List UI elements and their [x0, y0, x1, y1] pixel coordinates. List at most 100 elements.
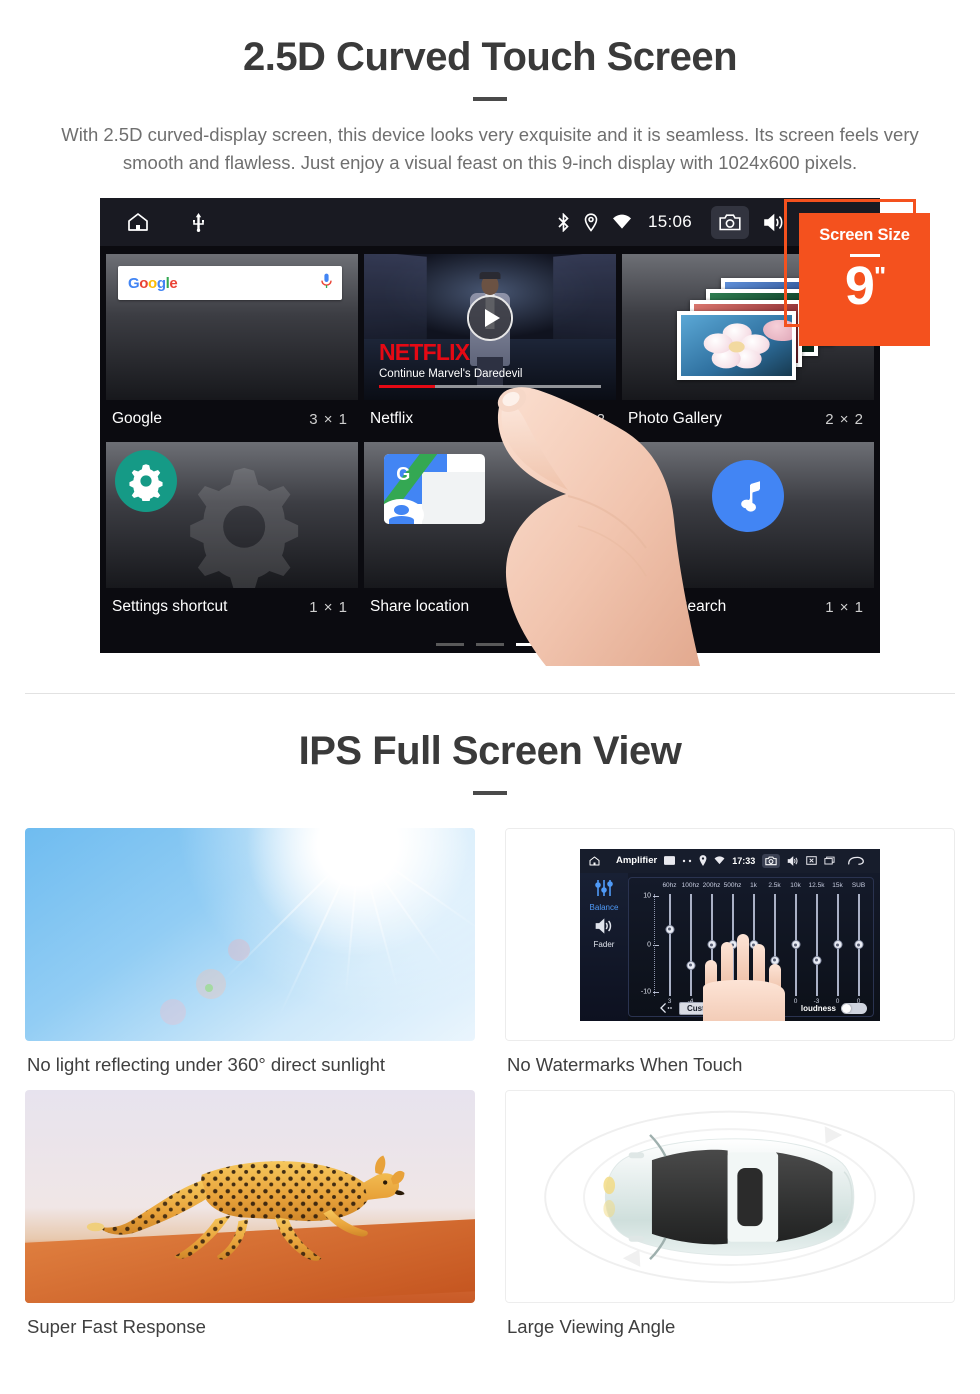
home-icon[interactable] — [126, 210, 150, 234]
widget-name: Photo Gallery — [628, 410, 722, 428]
feature-cell-viewing-angle: Large Viewing Angle — [505, 1090, 955, 1352]
widget-share-location[interactable]: G Share location 1 × 1 — [364, 442, 616, 626]
status-bar-clock: 15:06 — [647, 212, 692, 232]
back-arrow-icon[interactable] — [659, 1000, 673, 1018]
more-icon[interactable] — [682, 859, 692, 863]
mic-icon[interactable] — [321, 273, 332, 294]
netflix-subtitle: Continue Marvel's Daredevil — [379, 368, 523, 381]
google-logo: Google — [128, 274, 178, 292]
equalizer-scale: 10 0 -10 — [633, 892, 659, 996]
eq-band-label: 2.5k — [768, 881, 781, 889]
loudness-toggle[interactable] — [841, 1003, 867, 1015]
eq-slider-track — [815, 893, 818, 996]
netflix-logo: NETFLIX — [379, 339, 470, 366]
back-arrow-icon[interactable] — [848, 856, 865, 866]
eq-slider-knob[interactable] — [665, 924, 674, 934]
screen-size-number: 9 — [844, 256, 875, 316]
page-dot-3[interactable] — [516, 643, 544, 647]
home-icon[interactable] — [588, 855, 601, 867]
equalizer-panel: 60hz 100hz 200hz 500hz 1k 2.5k 10k 12.5k 15k SUB … — [628, 876, 874, 1021]
eq-band-label: 200hz — [702, 881, 721, 889]
recents-icon[interactable] — [824, 856, 836, 865]
photo-card-blossom — [677, 311, 797, 380]
camera-icon[interactable] — [711, 205, 749, 239]
sidebar-item-fader[interactable]: Fader — [580, 940, 628, 949]
volume-icon[interactable] — [787, 855, 799, 866]
eq-band-label: 1k — [750, 881, 757, 889]
settings-shortcut-widget — [106, 442, 358, 589]
widget-label-row: Share location 1 × 1 — [364, 588, 616, 626]
screen-size-value: 9" — [799, 259, 930, 313]
eq-slider-knob[interactable] — [854, 940, 863, 950]
eq-slider[interactable] — [827, 893, 848, 996]
widget-size: 3 × 2 — [567, 410, 606, 428]
screen-size-label: Screen Size — [819, 226, 910, 244]
eq-band-label: SUB — [851, 881, 866, 889]
page-indicator[interactable] — [100, 643, 880, 647]
gallery-icon[interactable] — [664, 856, 676, 866]
close-box-icon[interactable] — [806, 856, 817, 866]
amplifier-sidebar: Balance Fader — [580, 872, 628, 1021]
play-icon[interactable] — [467, 295, 513, 342]
eq-band-label: 60hz — [662, 881, 677, 889]
widget-label-row: Photo Gallery 2 × 2 — [622, 400, 874, 438]
widget-size: 3 × 1 — [309, 410, 348, 428]
amplifier-equalizer-screen: Amplifier 17:33 Balance Fader 60hz 100hz… — [505, 828, 955, 1042]
widget-name: Netflix — [370, 410, 414, 428]
eq-slider-knob[interactable] — [833, 940, 842, 950]
widget-netflix[interactable]: NETFLIX Continue Marvel's Daredevil Netf… — [364, 254, 616, 438]
widget-grid: Google Google 3 × 1 NETFLIX Continue Mar… — [100, 246, 880, 653]
page-dot-2[interactable] — [476, 643, 504, 647]
usb-icon — [190, 212, 207, 233]
widget-label-row: Google 3 × 1 — [106, 400, 358, 438]
amplifier-title: Amplifier — [616, 855, 658, 867]
car-top-view-diagram — [505, 1090, 955, 1304]
sliders-icon[interactable] — [580, 879, 628, 902]
feature-caption: Super Fast Response — [27, 1316, 206, 1338]
search-input[interactable]: Google — [118, 266, 342, 301]
widget-name: Settings shortcut — [112, 598, 228, 616]
page-dot-1[interactable] — [436, 643, 464, 647]
widget-label-row: Netflix 3 × 2 — [364, 400, 616, 438]
title-divider — [473, 97, 507, 101]
android-home-screen: 15:06 Google Google 3 × 1 NETFLIX Contin… — [100, 198, 880, 654]
eq-band-label: 12.5k — [808, 881, 825, 889]
scale-max: 10 — [643, 892, 651, 900]
gear-watermark-icon — [161, 451, 327, 589]
sound-search-widget — [622, 442, 874, 589]
share-location-widget: G — [364, 442, 616, 589]
widget-size: 1 × 1 — [309, 598, 348, 616]
eq-slider[interactable] — [848, 893, 869, 996]
touching-hand-illustration — [691, 930, 801, 1021]
page-title: 2.5D Curved Touch Screen — [242, 35, 738, 79]
feature-caption: No light reflecting under 360° direct su… — [27, 1054, 386, 1076]
eq-slider-knob[interactable] — [812, 955, 821, 965]
widget-google[interactable]: Google Google 3 × 1 — [106, 254, 358, 438]
eq-band-label: 15k — [832, 881, 843, 889]
netflix-progress-bar — [379, 385, 601, 389]
widget-settings-shortcut[interactable]: Settings shortcut 1 × 1 — [106, 442, 358, 626]
google-search-widget: Google — [106, 254, 358, 401]
eq-slider-track — [668, 893, 671, 996]
feature-grid: No light reflecting under 360° direct su… — [25, 828, 955, 1352]
widget-size: 1 × 1 — [825, 598, 864, 616]
speaker-icon[interactable] — [580, 918, 628, 939]
widget-sound-search[interactable]: Sound Search 1 × 1 — [622, 442, 874, 626]
feature-caption: Large Viewing Angle — [507, 1316, 676, 1338]
sidebar-item-balance[interactable]: Balance — [580, 903, 628, 912]
camera-icon[interactable] — [762, 853, 781, 868]
eq-slider[interactable] — [659, 893, 680, 996]
feature-cell-cheetah: Super Fast Response — [25, 1090, 475, 1352]
android-status-bar: 15:06 — [100, 198, 880, 247]
scale-min: -10 — [640, 988, 651, 996]
volume-icon[interactable] — [763, 213, 785, 232]
eq-band-label: 500hz — [723, 881, 742, 889]
music-note-icon — [712, 459, 784, 532]
curved-touch-screen-section: 2.5D Curved Touch Screen With 2.5D curve… — [0, 0, 980, 695]
loudness-control[interactable]: loudness — [801, 1003, 867, 1015]
eq-band-label: 10k — [790, 881, 801, 889]
eq-slider[interactable] — [806, 893, 827, 996]
location-icon — [699, 855, 707, 867]
eq-band-label: 100hz — [681, 881, 700, 889]
widget-size: 2 × 2 — [825, 410, 864, 428]
